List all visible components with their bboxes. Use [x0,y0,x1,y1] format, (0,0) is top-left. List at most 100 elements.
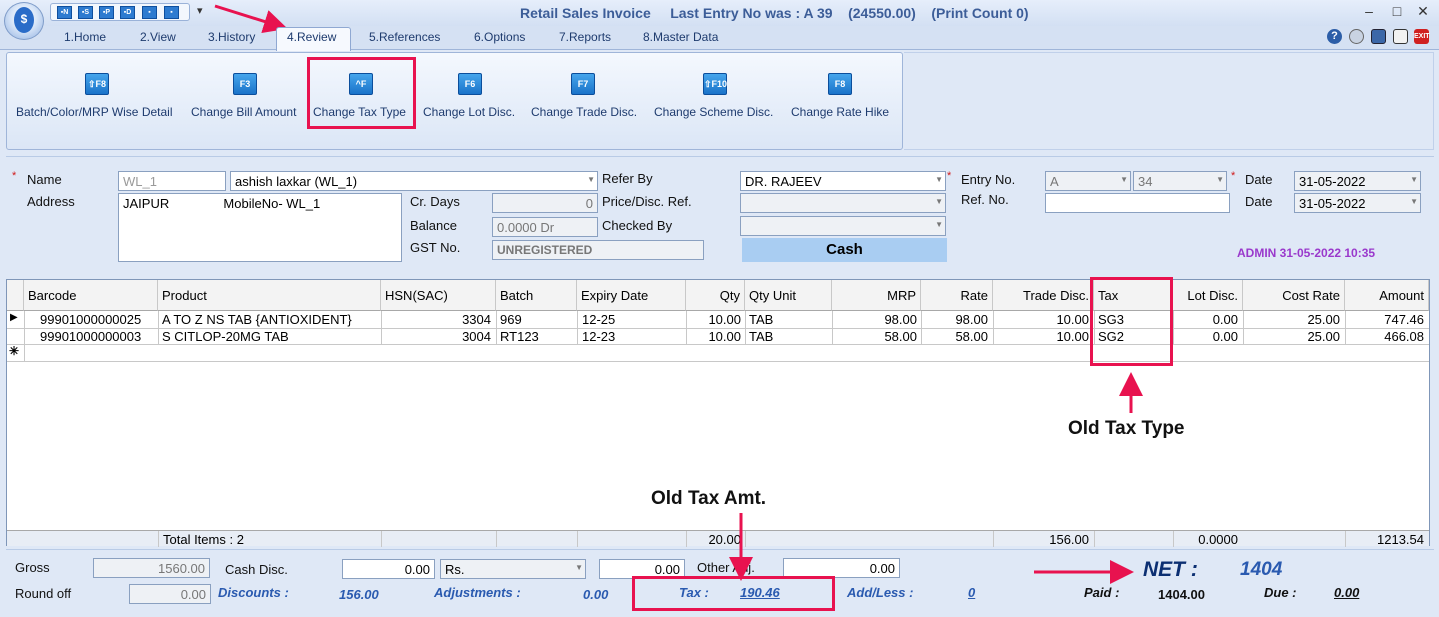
cell-mrp[interactable]: 98.00 [836,312,917,327]
chevron-down-icon[interactable]: ▼ [1410,197,1418,206]
batch-color-mrp-wise-detail-button[interactable]: ⇧F8 Batch/Color/MRP Wise Detail [7,53,187,143]
cell-qty-unit[interactable]: TAB [749,312,773,327]
f8-key-icon: F8 [828,73,852,95]
cell-product[interactable]: A TO Z NS TAB {ANTIOXIDENT} [162,312,380,327]
quick-delete-icon[interactable]: ▪D [120,6,135,19]
cash-disc-unit-select[interactable]: Rs. ▼ [440,559,586,579]
quick-access-customize-icon[interactable]: ▾ [197,4,203,17]
add-less-link[interactable]: 0 [968,585,975,600]
cell-qty[interactable]: 10.00 [690,312,741,327]
cell-amount[interactable]: 747.46 [1349,312,1424,327]
document-icon[interactable] [1393,29,1408,44]
checked-by-select[interactable]: ▼ [740,216,946,236]
chevron-down-icon[interactable]: ▼ [935,220,943,229]
column-header-qty[interactable]: Qty [686,280,745,311]
column-header-cost-rate[interactable]: Cost Rate [1243,280,1345,311]
chevron-down-icon[interactable]: ▼ [935,175,943,184]
cell-batch[interactable]: 969 [500,312,522,327]
close-icon[interactable]: ✕ [1416,3,1430,20]
other-adj-input[interactable]: 0.00 [783,558,900,578]
chevron-down-icon[interactable]: ▼ [1410,175,1418,184]
minimize-icon[interactable]: – [1362,3,1376,19]
refer-by-label: Refer By [602,171,653,186]
cell-qty-unit[interactable]: TAB [749,329,773,344]
change-rate-hike-button[interactable]: F8 Change Rate Hike [785,53,895,143]
tab-reports[interactable]: 7.Reports [559,30,611,44]
cell-product[interactable]: S CITLOP-20MG TAB [162,329,380,344]
ref-date-value: 31-05-2022 [1299,196,1366,211]
cell-rate[interactable]: 98.00 [925,312,988,327]
cell-lot-disc[interactable]: 0.00 [1177,312,1238,327]
tab-view[interactable]: 2.View [140,30,176,44]
price-disc-ref-select[interactable]: ▼ [740,193,946,213]
cell-trade-disc[interactable]: 10.00 [997,329,1089,344]
cell-batch[interactable]: RT123 [500,329,539,344]
change-bill-amount-button[interactable]: F3 Change Bill Amount [187,53,307,143]
help-icon[interactable]: ? [1327,29,1342,44]
cell-barcode[interactable]: 99901000000003 [40,329,141,344]
cell-mrp[interactable]: 58.00 [836,329,917,344]
column-header-barcode[interactable]: Barcode [24,280,158,311]
payment-mode-cash-button[interactable]: Cash [742,238,947,262]
column-header-trade-disc[interactable]: Trade Disc. [993,280,1094,311]
column-header-hsn[interactable]: HSN(SAC) [381,280,496,311]
refer-by-select[interactable]: DR. RAJEEV ▼ [740,171,946,191]
ref-date-picker[interactable]: 31-05-2022 ▼ [1294,193,1421,213]
change-trade-disc-button[interactable]: F7 Change Trade Disc. [529,53,647,143]
entry-number-select[interactable]: 34 ▼ [1133,171,1227,191]
tab-references[interactable]: 5.References [369,30,440,44]
change-lot-disc-button[interactable]: F6 Change Lot Disc. [419,53,529,143]
settings-icon[interactable] [1349,29,1364,44]
change-scheme-disc-button[interactable]: ⇧F10 Change Scheme Disc. [650,53,782,143]
exit-icon[interactable]: EXIT [1414,29,1430,44]
column-header-qty-unit[interactable]: Qty Unit [745,280,832,311]
chevron-down-icon[interactable]: ▼ [575,563,583,572]
column-header-rate[interactable]: Rate [921,280,993,311]
quick-new-icon[interactable]: ▪N [57,6,72,19]
app-logo[interactable]: $ [4,2,44,40]
tab-history[interactable]: 3.History [208,30,255,44]
tab-review[interactable]: 4.Review [287,30,336,44]
quick-tool-icon[interactable]: ▪ [142,6,157,19]
column-header-product[interactable]: Product [158,280,381,311]
new-entry-row[interactable] [25,345,1429,361]
quick-print-icon[interactable]: ▪P [99,6,114,19]
cell-hsn[interactable]: 3304 [385,312,491,327]
column-header-amount[interactable]: Amount [1345,280,1429,311]
cash-disc-input[interactable]: 0.00 [342,559,435,579]
column-header-lot-disc[interactable]: Lot Disc. [1173,280,1243,311]
cell-lot-disc[interactable]: 0.00 [1177,329,1238,344]
maximize-icon[interactable]: □ [1390,3,1404,19]
quick-save-icon[interactable]: ▪S [78,6,93,19]
entry-series-select[interactable]: A ▼ [1045,171,1131,191]
cell-expiry-date[interactable]: 12-23 [582,329,615,344]
ref-no-input[interactable] [1045,193,1230,213]
customer-name-select[interactable]: ashish laxkar (WL_1) ▼ [230,171,598,191]
cell-cost-rate[interactable]: 25.00 [1247,312,1340,327]
chevron-down-icon[interactable]: ▼ [587,175,595,184]
tab-master-data[interactable]: 8.Master Data [643,30,718,44]
info-icon[interactable] [1371,29,1386,44]
cell-trade-disc[interactable]: 10.00 [997,312,1089,327]
discounts-label: Discounts : [218,585,289,600]
chevron-down-icon[interactable]: ▼ [1120,175,1128,184]
cell-expiry-date[interactable]: 12-25 [582,312,615,327]
address-textarea[interactable]: JAIPUR MobileNo- WL_1 [118,193,402,262]
column-header-expiry-date[interactable]: Expiry Date [577,280,686,311]
cell-rate[interactable]: 58.00 [925,329,988,344]
chevron-down-icon[interactable]: ▼ [1216,175,1224,184]
cell-barcode[interactable]: 99901000000025 [40,312,141,327]
name-code-input[interactable]: WL_1 [118,171,226,191]
cell-cost-rate[interactable]: 25.00 [1247,329,1340,344]
date-picker[interactable]: 31-05-2022 ▼ [1294,171,1421,191]
tab-options[interactable]: 6.Options [474,30,525,44]
cell-qty[interactable]: 10.00 [690,329,741,344]
chevron-down-icon[interactable]: ▼ [935,197,943,206]
column-header-batch[interactable]: Batch [496,280,577,311]
column-header-mrp[interactable]: MRP [832,280,921,311]
quick-tool-icon[interactable]: ▪ [164,6,179,19]
cell-hsn[interactable]: 3004 [385,329,491,344]
cell-amount[interactable]: 466.08 [1349,329,1424,344]
cr-days-input[interactable]: 0 [492,193,598,213]
tab-home[interactable]: 1.Home [64,30,106,44]
